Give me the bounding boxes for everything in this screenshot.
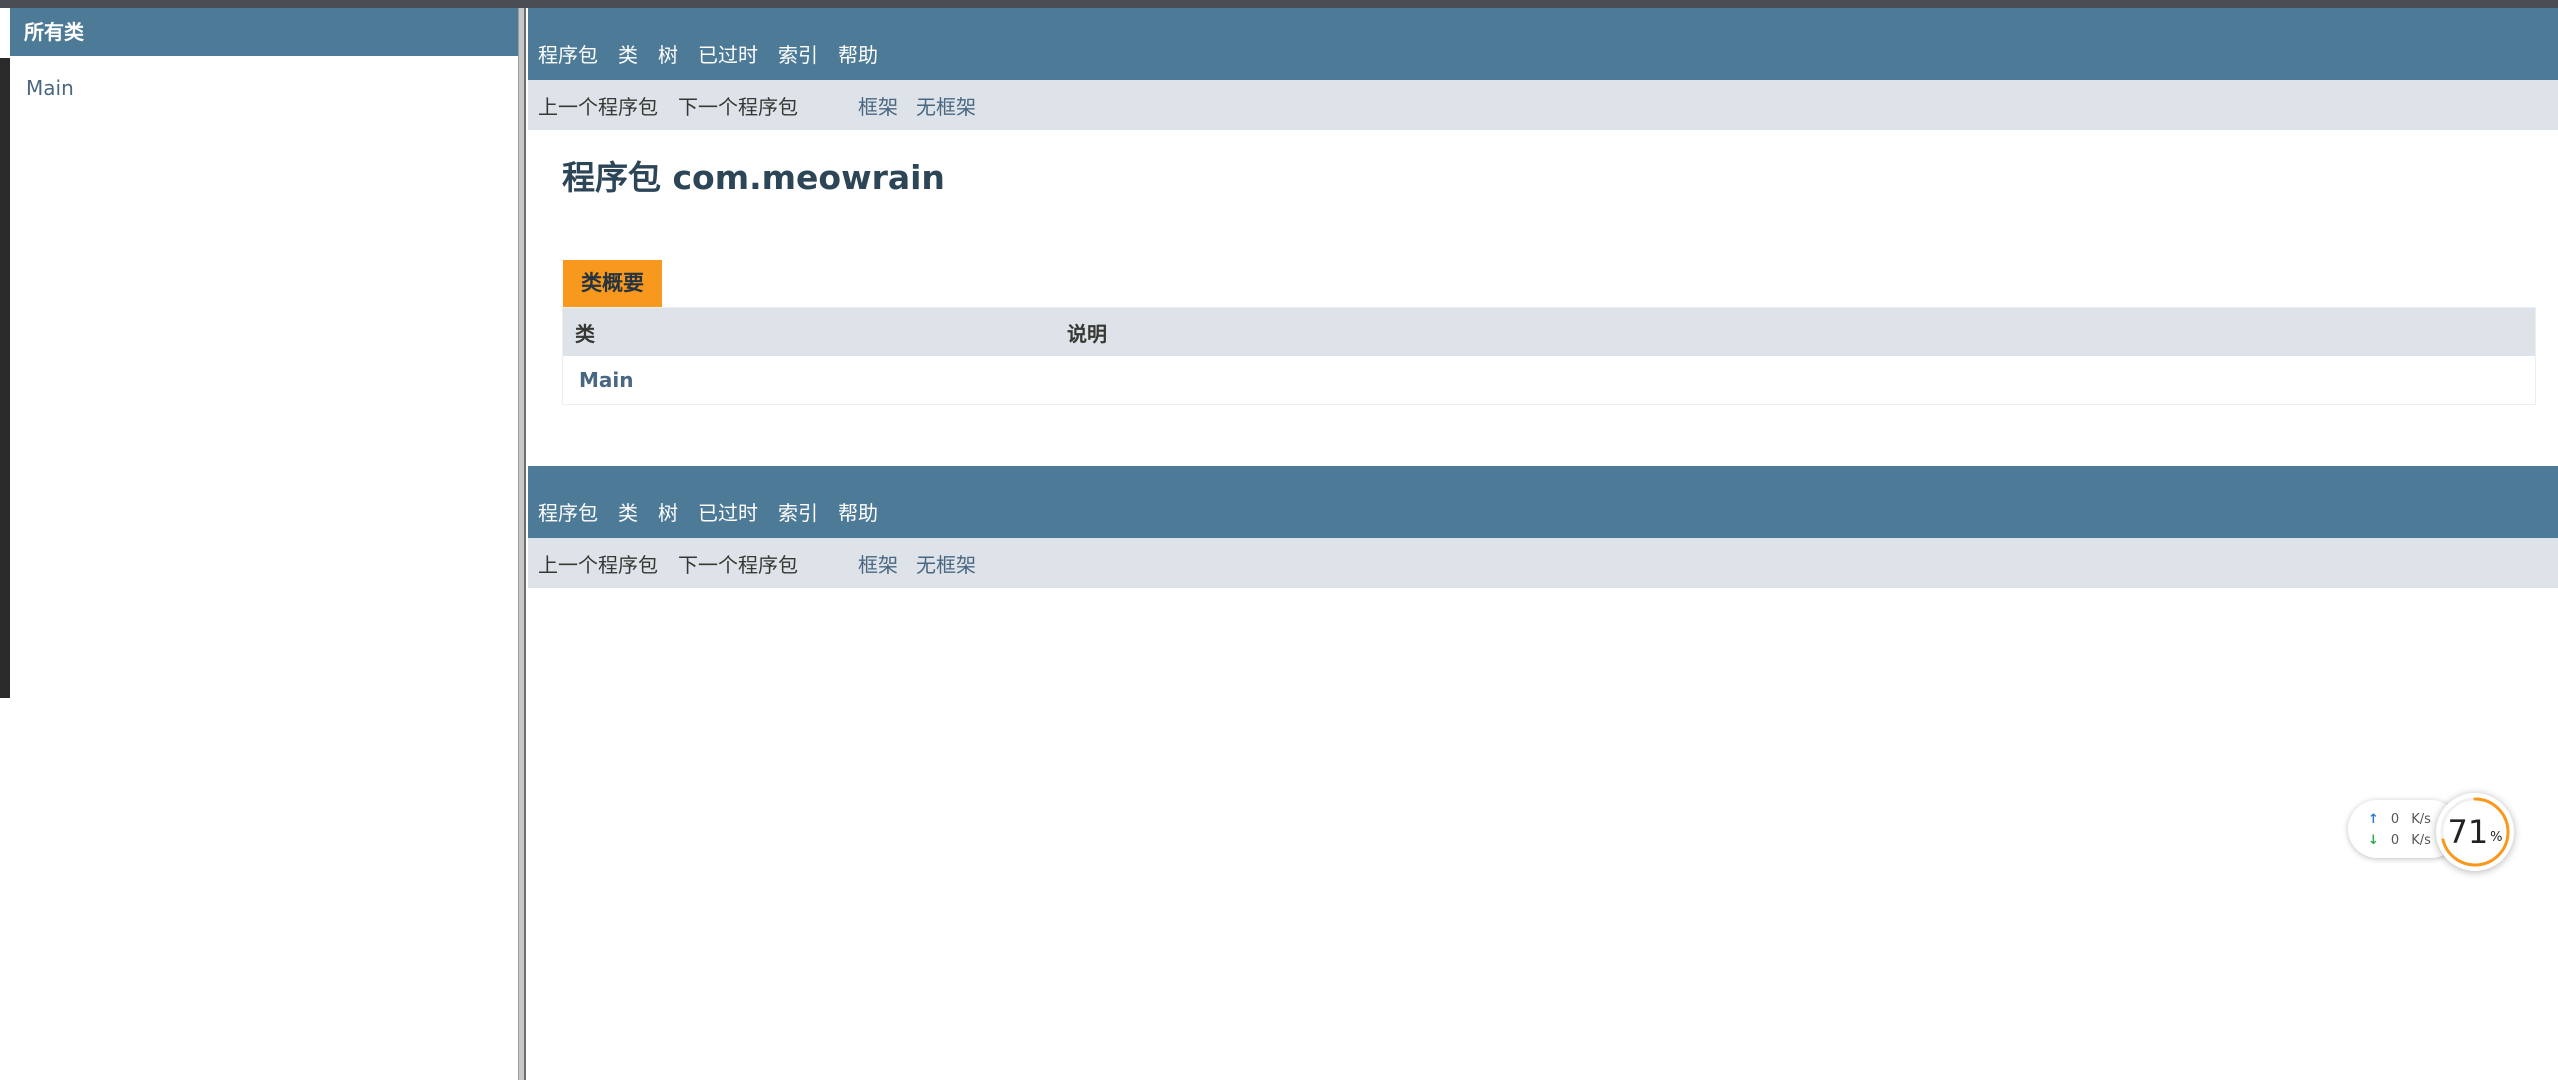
nav-help[interactable]: 帮助: [838, 497, 878, 526]
frames-link[interactable]: 框架: [858, 91, 898, 120]
window-left-edge: [0, 8, 10, 1080]
upload-arrow-icon: ↑: [2368, 812, 2379, 827]
prev-package: 上一个程序包: [538, 552, 658, 577]
nav-package[interactable]: 程序包: [538, 497, 598, 526]
all-classes-header: 所有类: [10, 8, 518, 56]
table-row: Main: [563, 356, 2536, 405]
gauge-value: 71%: [2436, 793, 2514, 871]
class-link-main[interactable]: Main: [10, 76, 518, 100]
frame-splitter[interactable]: [518, 8, 526, 1080]
nav-help[interactable]: 帮助: [838, 39, 878, 68]
nav-class[interactable]: 类: [618, 39, 638, 68]
class-summary: 类概要 类 说明 Main: [562, 260, 2536, 405]
next-package: 下一个程序包: [678, 552, 798, 577]
nav-package[interactable]: 程序包: [538, 39, 598, 68]
gauge-percent-sign: %: [2490, 829, 2503, 845]
class-description: [1055, 356, 2536, 405]
column-header-description: 说明: [1055, 307, 2536, 356]
page-title: 程序包 com.meowrain: [562, 158, 945, 197]
prev-package: 上一个程序包: [538, 94, 658, 119]
package-content: 程序包 com.meowrain 类概要 类 说明 Main: [528, 130, 2558, 466]
bottom-navigation: 程序包 类 树 已过时 索引 帮助 上一个程序包 下一个程序包 框架 无框架: [528, 466, 2558, 588]
all-classes-frame: 所有类 Main: [10, 8, 518, 1080]
top-nav-bar: 程序包 类 树 已过时 索引 帮助: [528, 8, 2558, 80]
upload-speed: ↑ 0 K/s: [2368, 812, 2431, 827]
download-speed: ↓ 0 K/s: [2368, 833, 2431, 848]
upload-unit: K/s: [2411, 812, 2431, 827]
class-summary-table: 类 说明 Main: [562, 307, 2536, 405]
window-top-strip: [0, 0, 2558, 8]
download-value: 0: [2390, 833, 2400, 848]
nav-deprecated[interactable]: 已过时: [698, 497, 758, 526]
download-arrow-icon: ↓: [2368, 833, 2379, 848]
no-frames-link[interactable]: 无框架: [916, 549, 976, 578]
no-frames-link[interactable]: 无框架: [916, 91, 976, 120]
left-edge-dark: [0, 58, 10, 698]
nav-index[interactable]: 索引: [778, 497, 818, 526]
gauge-percent: 71: [2447, 813, 2489, 851]
nav-tree[interactable]: 树: [658, 497, 678, 526]
class-name-link[interactable]: Main: [563, 356, 1056, 405]
package-frame: 程序包 类 树 已过时 索引 帮助 上一个程序包 下一个程序包 框架 无框架 程…: [528, 8, 2558, 1080]
top-sub-nav: 上一个程序包 下一个程序包 框架 无框架: [528, 80, 2558, 130]
next-package: 下一个程序包: [678, 94, 798, 119]
usage-gauge[interactable]: 71%: [2436, 793, 2514, 871]
bottom-nav-bar: 程序包 类 树 已过时 索引 帮助: [528, 466, 2558, 538]
column-header-class: 类: [562, 307, 1055, 356]
bottom-sub-nav: 上一个程序包 下一个程序包 框架 无框架: [528, 538, 2558, 588]
table-header-row: 类 说明: [562, 307, 2536, 356]
nav-deprecated[interactable]: 已过时: [698, 39, 758, 68]
class-summary-caption: 类概要: [563, 260, 662, 307]
nav-class[interactable]: 类: [618, 497, 638, 526]
frames-link[interactable]: 框架: [858, 549, 898, 578]
nav-index[interactable]: 索引: [778, 39, 818, 68]
nav-tree[interactable]: 树: [658, 39, 678, 68]
upload-value: 0: [2390, 812, 2400, 827]
download-unit: K/s: [2411, 833, 2431, 848]
